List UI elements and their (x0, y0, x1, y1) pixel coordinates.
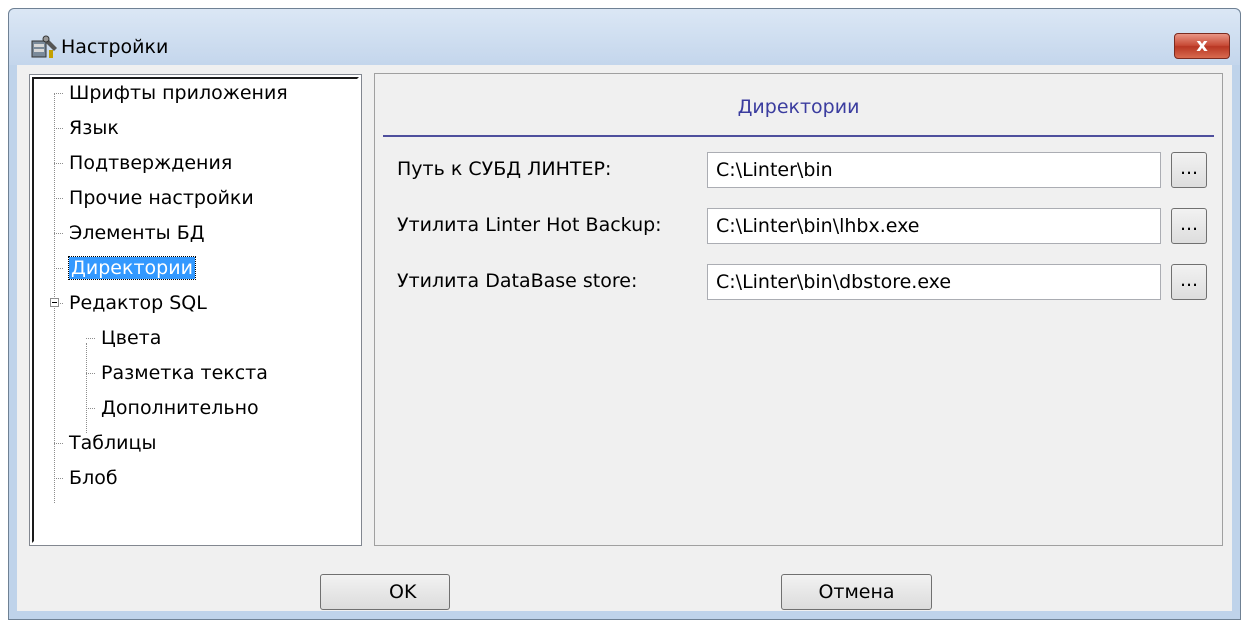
dialog-footer: OK Отмена (17, 558, 1232, 611)
linter-path-input[interactable]: C:\Linter\bin (707, 152, 1161, 188)
settings-tools-icon (31, 35, 57, 58)
tree-item-label: Дополнительно (101, 397, 259, 419)
tree-item-tables[interactable]: Таблицы (54, 429, 156, 457)
dbstore-input[interactable]: C:\Linter\bin\dbstore.exe (707, 264, 1161, 300)
tree-item-other-settings[interactable]: Прочие настройки (54, 184, 254, 212)
tree-item-label: Прочие настройки (69, 187, 254, 209)
tree-item-label: Элементы БД (69, 222, 205, 244)
cancel-button[interactable]: Отмена (781, 574, 932, 610)
settings-tree[interactable]: Шрифты приложения Язык Подтверждения Про… (29, 74, 362, 546)
linter-path-browse-button[interactable]: ... (1171, 152, 1207, 188)
tree-item-colors[interactable]: Цвета (86, 324, 161, 352)
tree-item-language[interactable]: Язык (54, 114, 119, 142)
close-button[interactable]: x (1174, 33, 1230, 59)
dialog-client-area: Шрифты приложения Язык Подтверждения Про… (17, 65, 1232, 611)
tree-item-label: Блоб (69, 467, 118, 489)
hot-backup-input[interactable]: C:\Linter\bin\lhbx.exe (707, 208, 1161, 244)
tree-item-fonts[interactable]: Шрифты приложения (54, 79, 288, 107)
dbstore-browse-button[interactable]: ... (1171, 264, 1207, 300)
tree-item-label: Цвета (101, 327, 162, 349)
tree-item-directories[interactable]: Директории (54, 254, 196, 282)
section-divider (383, 135, 1214, 137)
tree-item-label: Разметка текста (101, 362, 268, 384)
linter-path-label: Путь к СУБД ЛИНТЕР: (397, 158, 612, 180)
tree-item-sql-editor[interactable]: Редактор SQL (54, 289, 207, 317)
ok-button[interactable]: OK (320, 574, 450, 610)
dbstore-label: Утилита DataBase store: (397, 270, 638, 292)
tree-item-db-elements[interactable]: Элементы БД (54, 219, 205, 247)
hot-backup-label: Утилита Linter Hot Backup: (397, 214, 662, 236)
tree-item-label: Директории (68, 256, 196, 280)
tree-item-label: Редактор SQL (69, 292, 207, 314)
tree-item-confirmations[interactable]: Подтверждения (54, 149, 232, 177)
title-bar[interactable]: Настройки x (9, 9, 1240, 65)
window-title: Настройки (61, 36, 169, 58)
tree-item-blob[interactable]: Блоб (54, 464, 118, 492)
tree-item-label: Шрифты приложения (69, 82, 288, 104)
tree-item-text-markup[interactable]: Разметка текста (86, 359, 268, 387)
tree-item-additional[interactable]: Дополнительно (86, 394, 259, 422)
hot-backup-browse-button[interactable]: ... (1171, 208, 1207, 244)
tree-item-label: Таблицы (69, 432, 157, 454)
tree-item-label: Язык (69, 117, 119, 139)
collapse-icon[interactable] (50, 298, 59, 307)
directories-panel: Директории Путь к СУБД ЛИНТЕР: C:\Linter… (374, 73, 1223, 546)
settings-window: Настройки x Шрифты приложения Язык Подтв… (8, 8, 1241, 620)
tree-item-label: Подтверждения (69, 152, 233, 174)
section-title: Директории (737, 96, 860, 118)
